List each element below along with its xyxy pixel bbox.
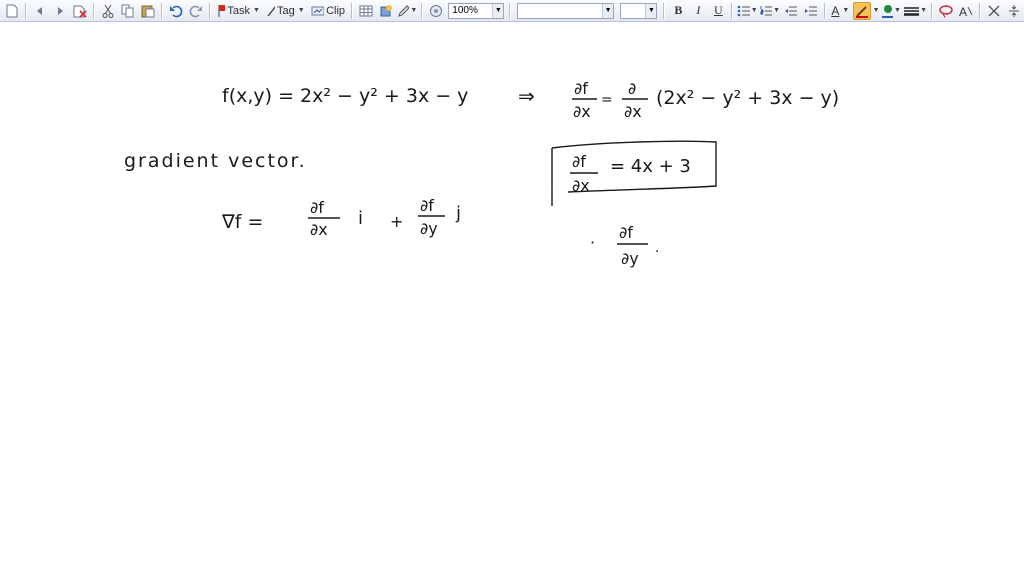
indent-icon[interactable] [802, 2, 820, 20]
nabla-f-label: ∇f = [221, 211, 263, 233]
delete-page-icon[interactable] [71, 2, 89, 20]
trailing-dot: · [655, 244, 659, 260]
plus-sign: + [390, 212, 403, 231]
pen-color-icon[interactable]: ▼ [881, 2, 901, 20]
partial-y-denominator: ∂y [420, 219, 438, 238]
svg-text:A: A [959, 5, 967, 18]
dropdown-arrow-icon: ▼ [842, 7, 850, 14]
gradient-vector-heading: gradient vector. [124, 150, 307, 172]
j-unit-vector: j [455, 203, 461, 224]
equation-f-definition: f(x,y) = 2x² − y² + 3x − y [222, 85, 468, 107]
partial-x-denominator: ∂x [573, 102, 591, 121]
paste-icon[interactable] [139, 2, 157, 20]
underline-button[interactable]: U [709, 2, 727, 20]
dropdown-arrow-icon: ▼ [253, 7, 260, 14]
toolbar-separator [731, 2, 734, 19]
partial-x-denominator: ∂x [572, 176, 590, 195]
toolbar-separator [663, 2, 666, 19]
dropdown-arrow-icon: ▼ [297, 7, 305, 14]
insert-space-icon[interactable] [1005, 2, 1023, 20]
redo-icon[interactable] [187, 2, 205, 20]
dropdown-arrow-icon: ▼ [894, 7, 901, 14]
dropdown-arrow-icon: ▼ [410, 7, 418, 14]
attach-icon[interactable] [377, 2, 395, 20]
note-page[interactable]: f(x,y) = 2x² − y² + 3x − y ⇒ ∂f ∂x = ∂ ∂… [0, 22, 1024, 576]
toolbar-separator [931, 2, 933, 19]
toolbar-separator [824, 2, 826, 19]
dropdown-arrow-icon: ▼ [750, 7, 758, 14]
toolbar-separator [25, 2, 27, 19]
toolbar-separator [92, 2, 95, 19]
partial-f-numerator: ∂f [574, 79, 588, 98]
bullet-dot: · [590, 233, 595, 252]
forward-icon[interactable] [51, 2, 69, 20]
cut-icon[interactable] [99, 2, 117, 20]
toolbar-separator [421, 2, 424, 19]
toolbar-separator [208, 2, 211, 19]
partial-x-result: = 4x + 3 [610, 156, 691, 177]
i-unit-vector: i [358, 208, 363, 229]
tag-pen-icon [267, 5, 275, 16]
bold-button[interactable]: B [669, 2, 687, 20]
style-select[interactable]: ▼ [517, 2, 615, 19]
copy-icon[interactable] [119, 2, 137, 20]
toolbar-separator [160, 2, 163, 19]
dropdown-arrow-icon[interactable]: ▼ [873, 7, 880, 14]
implies-arrow: ⇒ [518, 84, 535, 108]
flag-icon [218, 4, 226, 17]
zoom-icon[interactable] [427, 2, 445, 20]
partial-x-denominator: ∂x [310, 220, 328, 239]
tag-button[interactable]: Tag ▼ [264, 2, 307, 20]
zoom-select[interactable]: 100% ▼ [448, 2, 505, 19]
undo-icon[interactable] [167, 2, 185, 20]
partial-x-denominator: ∂x [624, 102, 642, 121]
highlighter-pen-icon[interactable] [852, 1, 871, 20]
numbered-list-icon[interactable]: ▼ [760, 2, 780, 20]
equation-f-expression: (2x² − y² + 3x − y) [656, 87, 839, 109]
table-icon[interactable] [357, 2, 375, 20]
toolbar-separator [351, 2, 353, 19]
clip-icon [311, 6, 325, 15]
new-page-icon[interactable] [3, 2, 21, 20]
zoom-value: 100% [452, 5, 478, 16]
partial-y-denominator: ∂y [621, 249, 639, 268]
dropdown-arrow-icon: ▼ [773, 7, 781, 14]
toolbar: Task ▼ Tag ▼ Clip ▼ 100% ▼ ▼ ▼ B I U ▼ ▼ A ▼… [0, 0, 1024, 22]
font-color-button[interactable]: A ▼ [830, 2, 851, 20]
toolbar-separator [509, 2, 512, 19]
task-button[interactable]: Task ▼ [215, 2, 262, 20]
outdent-icon[interactable] [782, 2, 800, 20]
chevron-down-icon: ▼ [645, 3, 657, 18]
line-width-icon[interactable]: ▼ [903, 2, 927, 20]
clip-button[interactable]: Clip [309, 2, 347, 20]
font-size-select[interactable]: ▼ [620, 2, 658, 19]
bullet-list-icon[interactable]: ▼ [737, 2, 758, 20]
equals-sign: = [601, 92, 613, 108]
partial-f-numerator: ∂f [420, 196, 434, 215]
ink-to-text-icon[interactable]: A [957, 2, 975, 20]
font-color-icon: A [831, 3, 840, 18]
chevron-down-icon: ▼ [492, 3, 504, 18]
partial-operator-numerator: ∂ [628, 79, 636, 98]
clip-label: Clip [326, 4, 346, 17]
partial-f-numerator: ∂f [572, 152, 586, 171]
task-label: Task [227, 4, 251, 17]
dropdown-arrow-icon: ▼ [920, 7, 928, 14]
back-icon[interactable] [31, 2, 49, 20]
tag-label: Tag [277, 4, 295, 17]
lasso-icon[interactable] [937, 2, 955, 20]
chevron-down-icon: ▼ [602, 3, 614, 18]
toolbar-separator [979, 2, 981, 19]
draw-tool-icon[interactable]: ▼ [397, 2, 417, 20]
partial-f-numerator: ∂f [619, 223, 633, 242]
italic-button[interactable]: I [689, 2, 707, 20]
close-icon[interactable] [985, 2, 1003, 20]
partial-f-numerator: ∂f [310, 198, 324, 217]
